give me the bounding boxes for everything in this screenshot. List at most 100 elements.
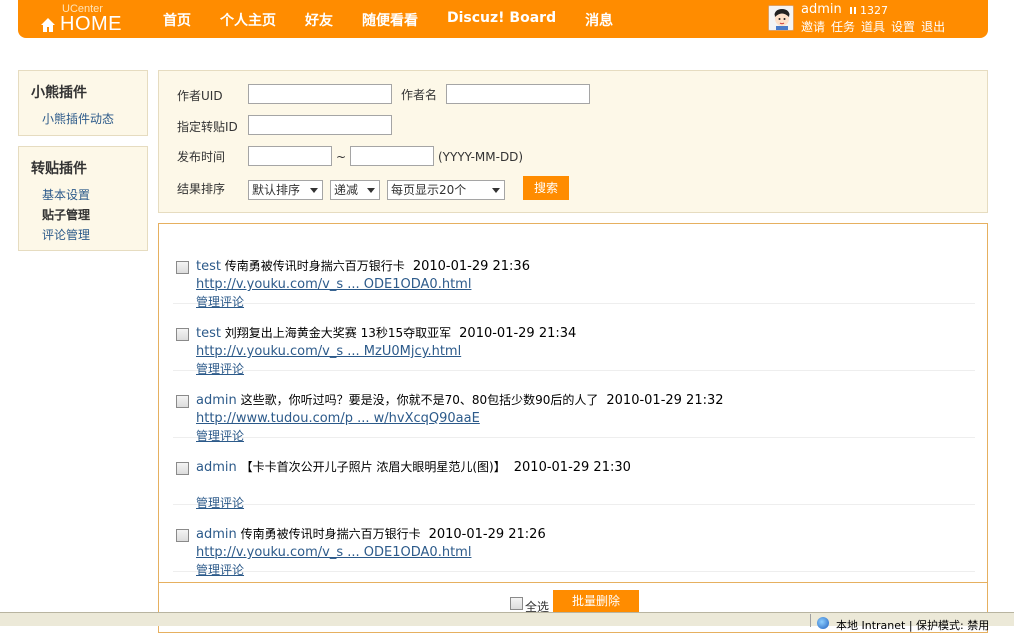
home-icon xyxy=(41,18,55,32)
post-item: test 传南勇被传讯时身揣六百万银行卡 2010-01-29 21:36 htt… xyxy=(173,238,975,309)
post-headline: admin 【卡卡首次公开儿子照片 浓眉大眼明星范儿(图)】 2010-01-29… xyxy=(196,458,631,475)
post-author-link[interactable]: admin xyxy=(196,460,237,475)
date-format-hint: (YYYY-MM-DD) xyxy=(438,150,524,164)
sort-order-select[interactable]: 递减 xyxy=(330,180,380,200)
post-author-link[interactable]: test xyxy=(196,326,221,341)
author-uid-label: 作者UID xyxy=(177,89,223,103)
sidebar-box-bear-plugin: 小熊插件 小熊插件动态 xyxy=(18,70,148,136)
post-checkbox[interactable] xyxy=(176,261,189,274)
post-time: 2010-01-29 21:34 xyxy=(459,326,577,341)
security-zone-text[interactable]: 本地 Intranet | 保护模式: 禁用 xyxy=(836,617,989,633)
sidebar-item-comment-management[interactable]: 评论管理 xyxy=(42,225,90,245)
user-avatar-icon xyxy=(769,6,793,30)
post-checkbox[interactable] xyxy=(176,328,189,341)
post-list-panel: test 传南勇被传讯时身揣六百万银行卡 2010-01-29 21:36 htt… xyxy=(158,223,988,633)
nav-messages[interactable]: 消息 xyxy=(585,10,613,30)
nav-discuz-board[interactable]: Discuz! Board xyxy=(447,10,556,30)
credits-value: 1327 xyxy=(860,4,888,17)
batch-delete-button[interactable]: 批量删除 xyxy=(553,590,639,612)
post-title: 刘翔复出上海黄金大奖赛 13秒15夺取亚军 xyxy=(224,326,452,340)
status-divider xyxy=(810,614,811,627)
nav-profile[interactable]: 个人主页 xyxy=(220,10,276,30)
post-url-link[interactable]: http://v.youku.com/v_s ... ODE1ODA0.html xyxy=(196,277,471,292)
repost-id-label: 指定转贴ID xyxy=(177,120,238,134)
sidebar-item-bear-news[interactable]: 小熊插件动态 xyxy=(42,109,114,129)
post-headline: admin 传南勇被传讯时身揣六百万银行卡 2010-01-29 21:26 xyxy=(196,525,546,542)
page-size-select[interactable]: 每页显示20个 xyxy=(387,180,505,200)
post-title: 传南勇被传讯时身揣六百万银行卡 xyxy=(240,527,421,541)
tasks-link[interactable]: 任务 xyxy=(831,18,855,35)
nav-home[interactable]: 首页 xyxy=(163,10,191,30)
sort-label: 结果排序 xyxy=(177,182,226,196)
start-date-input[interactable] xyxy=(248,146,332,166)
sidebar-title-repost-plugin: 转贴插件 xyxy=(31,161,87,177)
author-name-label: 作者名 xyxy=(401,88,438,102)
post-item: admin 这些歌，你听过吗？要是没，你就不是70、80包括少数90后的人了 20… xyxy=(173,372,975,443)
post-time: 2010-01-29 21:36 xyxy=(412,259,530,274)
page-size-value: 每页显示20个 xyxy=(391,183,467,197)
chevron-down-icon xyxy=(492,188,500,193)
post-url-link[interactable]: http://www.tudou.com/p ... w/hvXcqQ90aaE xyxy=(196,411,480,426)
home-logo[interactable]: UCenter HOME xyxy=(40,2,150,36)
user-area: admin 1327 邀请 任务 道具 设置 退出 xyxy=(768,2,983,35)
publish-time-label: 发布时间 xyxy=(177,150,226,164)
post-item: admin 【卡卡首次公开儿子照片 浓眉大眼明星范儿(图)】 2010-01-29… xyxy=(173,439,975,510)
sidebar-items-repost: 基本设置 贴子管理 评论管理 xyxy=(42,185,90,245)
nav-browse[interactable]: 随便看看 xyxy=(362,10,418,30)
nav-friends[interactable]: 好友 xyxy=(305,10,333,30)
post-url-link[interactable]: http://v.youku.com/v_s ... ODE1ODA0.html xyxy=(196,545,471,560)
sort-order-value: 递减 xyxy=(334,183,359,197)
sort-field-value: 默认排序 xyxy=(252,183,301,197)
manage-comments-link[interactable]: 管理评论 xyxy=(196,561,244,578)
sidebar-item-basic-settings[interactable]: 基本设置 xyxy=(42,185,90,205)
end-date-input[interactable] xyxy=(350,146,434,166)
post-item: test 刘翔复出上海黄金大奖赛 13秒15夺取亚军 2010-01-29 21:… xyxy=(173,305,975,376)
post-headline: admin 这些歌，你听过吗？要是没，你就不是70、80包括少数90后的人了 20… xyxy=(196,391,724,408)
main-nav: 首页 个人主页 好友 随便看看 Discuz! Board 消息 xyxy=(163,10,642,30)
list-footer-divider xyxy=(159,582,987,583)
post-headline: test 刘翔复出上海黄金大奖赛 13秒15夺取亚军 2010-01-29 21:… xyxy=(196,324,576,341)
invite-link[interactable]: 邀请 xyxy=(801,18,825,35)
post-time: 2010-01-29 21:26 xyxy=(428,527,546,542)
sidebar-items-bear: 小熊插件动态 xyxy=(42,109,114,129)
sidebar-title-bear-plugin: 小熊插件 xyxy=(31,85,87,101)
author-uid-input[interactable] xyxy=(248,84,392,104)
post-title: 传南勇被传讯时身揣六百万银行卡 xyxy=(224,259,405,273)
browser-status-bar: 本地 Intranet | 保护模式: 禁用 xyxy=(0,612,1014,632)
post-checkbox[interactable] xyxy=(176,529,189,542)
post-title: 这些歌，你听过吗？要是没，你就不是70、80包括少数90后的人了 xyxy=(240,393,599,407)
select-all-checkbox[interactable] xyxy=(510,597,523,610)
post-checkbox[interactable] xyxy=(176,395,189,408)
post-headline: test 传南勇被传讯时身揣六百万银行卡 2010-01-29 21:36 xyxy=(196,257,530,274)
credits-display: 1327 xyxy=(850,4,888,17)
sidebar-box-repost-plugin: 转贴插件 基本设置 贴子管理 评论管理 xyxy=(18,146,148,251)
post-checkbox[interactable] xyxy=(176,462,189,475)
post-title: 【卡卡首次公开儿子照片 浓眉大眼明星范儿(图)】 xyxy=(240,460,506,474)
logo-home-text: HOME xyxy=(60,13,122,35)
search-panel: 作者UID 作者名 指定转贴ID 发布时间 ~ (YYYY-MM-DD) 结果排… xyxy=(158,70,988,213)
settings-link[interactable]: 设置 xyxy=(891,18,915,35)
post-author-link[interactable]: admin xyxy=(196,393,237,408)
user-links: 邀请 任务 道具 设置 退出 xyxy=(801,18,951,35)
sort-field-select[interactable]: 默认排序 xyxy=(248,180,323,200)
globe-icon xyxy=(817,617,829,629)
date-range-separator: ~ xyxy=(336,150,347,164)
avatar[interactable] xyxy=(768,5,794,31)
author-name-input[interactable] xyxy=(446,84,590,104)
credits-icon xyxy=(850,7,856,14)
repost-id-input[interactable] xyxy=(248,115,392,135)
post-time: 2010-01-29 21:32 xyxy=(606,393,724,408)
post-author-link[interactable]: admin xyxy=(196,527,237,542)
search-button[interactable]: 搜索 xyxy=(523,176,569,200)
sidebar-item-post-management[interactable]: 贴子管理 xyxy=(42,205,90,225)
username[interactable]: admin xyxy=(801,2,842,17)
props-link[interactable]: 道具 xyxy=(861,18,885,35)
post-time: 2010-01-29 21:30 xyxy=(513,460,631,475)
post-item: admin 传南勇被传讯时身揣六百万银行卡 2010-01-29 21:26 ht… xyxy=(173,506,975,577)
chevron-down-icon xyxy=(367,188,375,193)
logout-link[interactable]: 退出 xyxy=(921,18,945,35)
post-url-link[interactable]: http://v.youku.com/v_s ... MzU0Mjcy.html xyxy=(196,344,461,359)
chevron-down-icon xyxy=(310,188,318,193)
post-author-link[interactable]: test xyxy=(196,259,221,274)
top-header: UCenter HOME 首页 个人主页 好友 随便看看 Discuz! Boa… xyxy=(18,0,988,38)
